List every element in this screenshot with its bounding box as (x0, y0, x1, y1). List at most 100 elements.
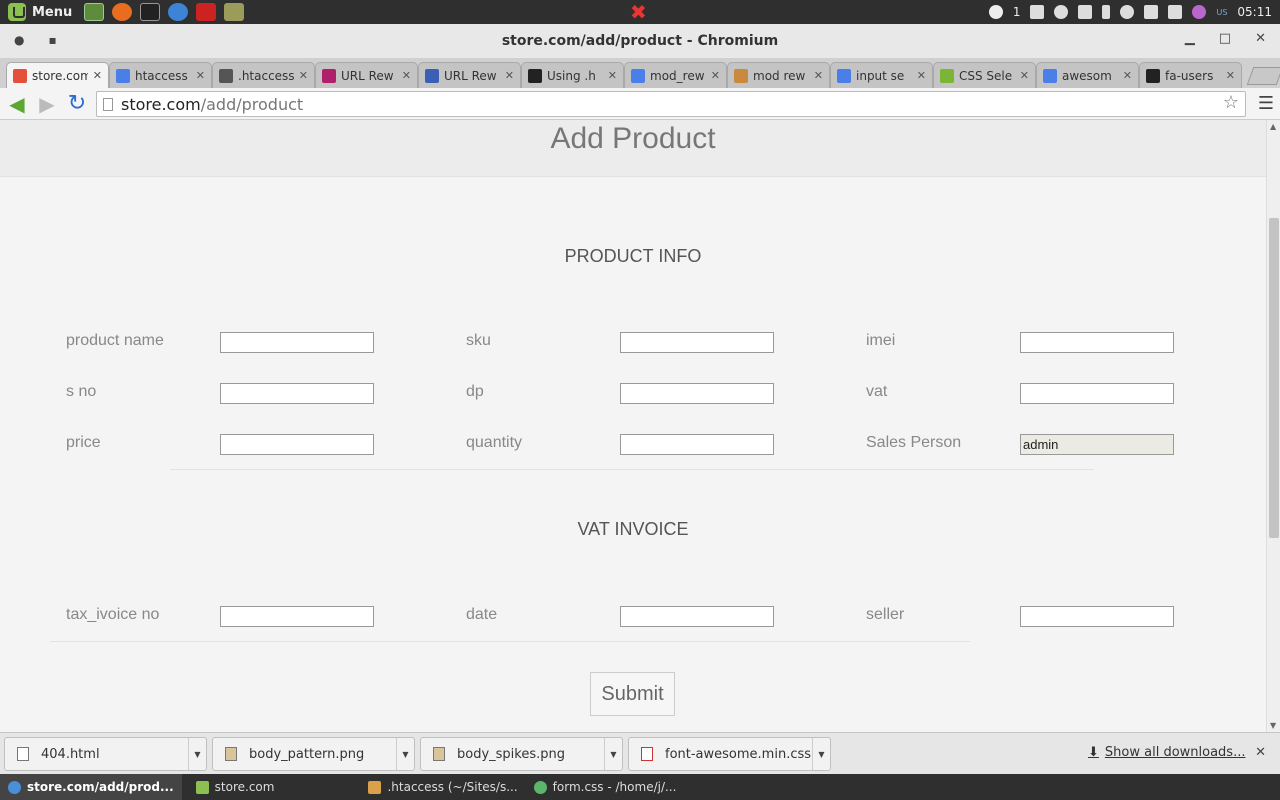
product-name-input[interactable] (220, 332, 374, 353)
alert-icon[interactable] (988, 5, 1003, 19)
tab-favicon-icon (837, 68, 851, 83)
wifi-icon[interactable] (1120, 5, 1135, 19)
taskbar-item[interactable]: store.com (188, 774, 283, 800)
user-icon[interactable] (1054, 5, 1069, 19)
s-no-input[interactable] (220, 383, 374, 404)
browser-tab[interactable]: mod rew ✕ (727, 62, 830, 88)
tab-close-icon[interactable]: ✕ (402, 69, 411, 82)
browser-tab[interactable]: URL Rew ✕ (418, 62, 521, 88)
seller-input[interactable] (1020, 606, 1174, 627)
download-item[interactable]: body_spikes.png ▼ (420, 737, 623, 771)
price-input[interactable] (220, 434, 374, 455)
taskbar-item[interactable]: form.css - /home/j/... (526, 774, 685, 800)
clipboard-icon[interactable] (1078, 5, 1093, 19)
system-tray: 1 US 05:11 (988, 0, 1272, 24)
forward-icon[interactable]: ▶ (34, 91, 60, 117)
browser-tab[interactable]: Using .h ✕ (521, 62, 624, 88)
bluetooth-icon[interactable] (1102, 5, 1111, 19)
tab-close-icon[interactable]: ✕ (917, 69, 926, 82)
download-menu-icon[interactable]: ▼ (604, 738, 622, 770)
vat-input[interactable] (1020, 383, 1174, 404)
tab-close-icon[interactable]: ✕ (299, 69, 308, 82)
address-bar[interactable]: store.com/add/product ☆ (96, 91, 1246, 117)
dp-label: dp (466, 383, 484, 400)
system-top-panel: Menu ✖ 1 US 05:11 (0, 0, 1280, 24)
browser-tab[interactable]: mod_rew ✕ (624, 62, 727, 88)
keyboard-layout[interactable]: US (1216, 8, 1227, 17)
show-all-downloads-link[interactable]: ⬇ Show all downloads... (1088, 745, 1245, 760)
tab-favicon-icon (116, 68, 130, 83)
reload-icon[interactable]: ↻ (64, 91, 90, 117)
html-file-icon (17, 747, 29, 761)
tab-close-icon[interactable]: ✕ (93, 69, 102, 82)
tab-close-icon[interactable]: ✕ (608, 69, 617, 82)
imei-input[interactable] (1020, 332, 1174, 353)
browser-tab[interactable]: store.com ✕ (6, 62, 109, 88)
dp-input[interactable] (620, 383, 774, 404)
close-download-shelf-icon[interactable]: ✕ (1255, 745, 1266, 760)
sales-person-input[interactable] (1020, 434, 1174, 455)
tax-invoice-no-input[interactable] (220, 606, 374, 627)
tab-favicon-icon (940, 68, 954, 83)
browser-tab[interactable]: .htaccess ✕ (212, 62, 315, 88)
close-x-icon[interactable]: ✖ (630, 2, 647, 22)
browser-tab[interactable]: fa-users ✕ (1139, 62, 1242, 88)
notification-count: 1 (1012, 5, 1021, 19)
show-desktop-icon[interactable] (84, 3, 105, 21)
date-input[interactable] (620, 606, 774, 627)
clock[interactable]: 05:11 (1237, 5, 1272, 19)
url-host: store.com (121, 94, 201, 114)
image-file-icon (433, 747, 445, 761)
text-editor-icon[interactable] (224, 3, 245, 21)
tab-close-icon[interactable]: ✕ (1123, 69, 1132, 82)
browser-tab[interactable]: URL Rew ✕ (315, 62, 418, 88)
scroll-down-icon[interactable]: ▼ (1270, 721, 1276, 730)
tab-close-icon[interactable]: ✕ (505, 69, 514, 82)
download-item[interactable]: font-awesome.min.css ▼ (628, 737, 831, 771)
page-title: Add Product (550, 122, 716, 155)
page-scrollbar[interactable]: ▲ ▼ (1266, 120, 1280, 732)
browser-tab[interactable]: input se ✕ (830, 62, 933, 88)
window-menu-icon[interactable]: ● (14, 33, 24, 47)
system-monitor-icon[interactable] (1030, 5, 1045, 19)
tab-label: fa-users (1165, 68, 1214, 83)
tab-close-icon[interactable]: ✕ (711, 69, 720, 82)
chromium-icon[interactable] (168, 3, 189, 21)
bookmark-star-icon[interactable]: ☆ (1223, 92, 1239, 113)
maximize-icon[interactable]: □ (1219, 31, 1231, 46)
browser-menu-icon[interactable]: ☰ (1258, 93, 1274, 114)
terminal-icon[interactable] (140, 3, 161, 21)
download-menu-icon[interactable]: ▼ (812, 738, 830, 770)
browser-tab[interactable]: CSS Sele ✕ (933, 62, 1036, 88)
tab-close-icon[interactable]: ✕ (1020, 69, 1029, 82)
back-icon[interactable]: ◀ (4, 91, 30, 117)
sku-input[interactable] (620, 332, 774, 353)
submit-button[interactable]: Submit (590, 672, 675, 716)
new-tab-button[interactable] (1246, 67, 1280, 85)
quantity-input[interactable] (620, 434, 774, 455)
scrollbar-thumb[interactable] (1269, 218, 1279, 538)
media-app-icon[interactable] (196, 3, 217, 21)
volume-icon[interactable] (1144, 5, 1159, 19)
indicator-icon[interactable] (1192, 5, 1207, 19)
minimize-icon[interactable]: ▁ (1185, 31, 1195, 46)
browser-tab[interactable]: awesom ✕ (1036, 62, 1139, 88)
page-info-icon[interactable] (103, 97, 113, 111)
download-arrow-icon: ⬇ (1088, 745, 1099, 760)
browser-tab[interactable]: htaccess ✕ (109, 62, 212, 88)
scroll-up-icon[interactable]: ▲ (1270, 122, 1276, 131)
taskbar-item[interactable]: .htaccess (~/Sites/s... (360, 774, 525, 800)
tab-close-icon[interactable]: ✕ (814, 69, 823, 82)
window-pin-icon[interactable]: ▪ (48, 33, 56, 47)
download-menu-icon[interactable]: ▼ (396, 738, 414, 770)
download-item[interactable]: body_pattern.png ▼ (212, 737, 415, 771)
firefox-icon[interactable] (112, 3, 133, 21)
system-menu-button[interactable]: Menu (0, 0, 80, 24)
close-window-icon[interactable]: ✕ (1255, 31, 1266, 46)
tab-close-icon[interactable]: ✕ (1226, 69, 1235, 82)
tab-close-icon[interactable]: ✕ (196, 69, 205, 82)
download-menu-icon[interactable]: ▼ (188, 738, 206, 770)
taskbar-item[interactable]: store.com/add/prod... (0, 774, 182, 800)
power-icon[interactable] (1168, 5, 1183, 19)
download-item[interactable]: 404.html ▼ (4, 737, 207, 771)
